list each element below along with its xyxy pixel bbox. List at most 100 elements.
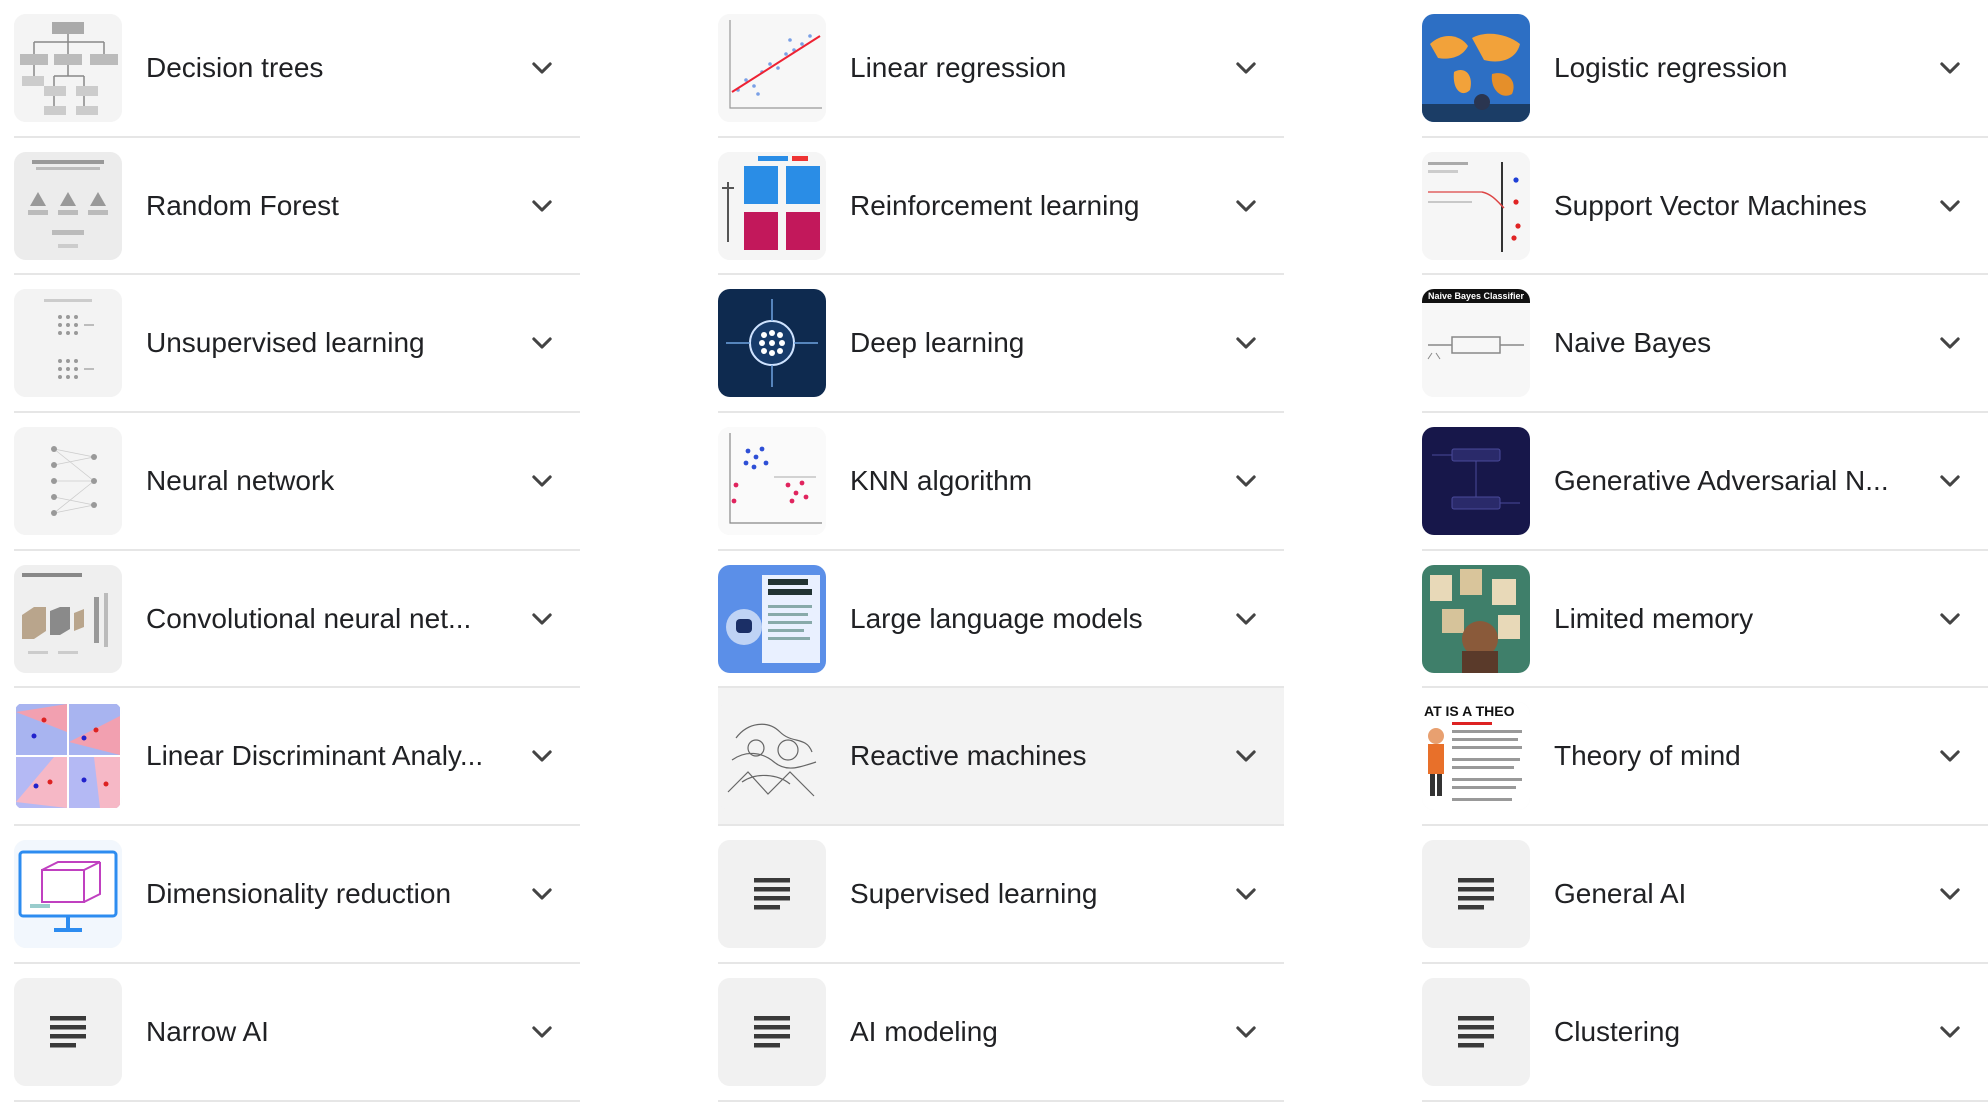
- text-lines-icon: [14, 977, 122, 1086]
- photo-collage-image-thumbnail: [1422, 564, 1530, 673]
- topic-item-neural-network[interactable]: Neural network: [14, 413, 580, 551]
- chevron-down-icon[interactable]: [1226, 48, 1266, 88]
- topic-item-theory-of-mind[interactable]: AT IS A THEO Theory of mind: [1422, 688, 1988, 827]
- topic-item-linear-discriminant-analy[interactable]: Linear Discriminant Analy...: [14, 688, 580, 827]
- topics-column-1: Decision trees Random Forest Unsupervised …: [14, 0, 580, 1102]
- chevron-down-icon[interactable]: [1930, 736, 1970, 776]
- topic-label: Decision trees: [146, 51, 324, 83]
- knn-scatter-plot-thumbnail: [718, 426, 826, 535]
- topic-item-linear-regression[interactable]: Linear regression: [718, 0, 1284, 138]
- topic-label: Neural network: [146, 464, 335, 496]
- chevron-down-icon[interactable]: [522, 736, 562, 776]
- topic-item-clustering[interactable]: Clustering: [1422, 964, 1988, 1102]
- topic-item-supervised-learning[interactable]: Supervised learning: [718, 826, 1284, 964]
- topic-item-reinforcement-learning[interactable]: Reinforcement learning: [718, 138, 1284, 276]
- chevron-down-icon[interactable]: [1930, 323, 1970, 363]
- topic-label: Clustering: [1554, 1015, 1681, 1047]
- chevron-down-icon[interactable]: [522, 874, 562, 914]
- topic-label: General AI: [1554, 877, 1687, 909]
- topic-item-large-language-models[interactable]: Large language models: [718, 551, 1284, 689]
- topic-label: Linear Discriminant Analy...: [146, 740, 484, 772]
- llm-image-thumbnail: [718, 564, 826, 673]
- theory-infographic-thumbnail: AT IS A THEO: [1422, 702, 1530, 811]
- chevron-down-icon[interactable]: [1226, 186, 1266, 226]
- topic-label: Unsupervised learning: [146, 327, 425, 359]
- topic-label: Limited memory: [1554, 602, 1754, 634]
- topic-item-logistic-regression[interactable]: Logistic regression: [1422, 0, 1988, 138]
- chevron-down-icon[interactable]: [522, 461, 562, 501]
- reactive-sketch-thumbnail: [718, 702, 826, 811]
- chevron-down-icon[interactable]: [1930, 186, 1970, 226]
- topic-label: Narrow AI: [146, 1015, 269, 1047]
- topic-label: Large language models: [850, 602, 1143, 634]
- topics-column-3: Logistic regression Support Vector Machin…: [1422, 0, 1988, 1102]
- topic-label: Naive Bayes: [1554, 327, 1712, 359]
- chevron-down-icon[interactable]: [1226, 599, 1266, 639]
- chevron-down-icon[interactable]: [522, 186, 562, 226]
- topic-item-dimensionality-reduction[interactable]: Dimensionality reduction: [14, 826, 580, 964]
- topic-item-decision-trees[interactable]: Decision trees: [14, 0, 580, 138]
- svm-diagram-thumbnail: [1422, 151, 1530, 260]
- naive-bayes-thumb-title: Naive Bayes Classifier: [1428, 291, 1525, 301]
- chevron-down-icon[interactable]: [522, 599, 562, 639]
- chevron-down-icon[interactable]: [1930, 599, 1970, 639]
- chevron-down-icon[interactable]: [1930, 874, 1970, 914]
- text-lines-icon: [1422, 839, 1530, 948]
- random-forest-diagram-thumbnail: [14, 151, 122, 260]
- gan-diagram-thumbnail: [1422, 426, 1530, 535]
- monitor-cube-image-thumbnail: [14, 839, 122, 948]
- chevron-down-icon[interactable]: [1226, 461, 1266, 501]
- chevron-down-icon[interactable]: [1930, 1012, 1970, 1052]
- chevron-down-icon[interactable]: [1226, 874, 1266, 914]
- deep-learning-image-thumbnail: [718, 289, 826, 398]
- related-topics-grid: Decision trees Random Forest Unsupervised …: [0, 0, 1988, 1102]
- topic-label: Support Vector Machines: [1554, 189, 1867, 221]
- chevron-down-icon[interactable]: [1226, 323, 1266, 363]
- topic-label: Theory of mind: [1554, 740, 1741, 772]
- topic-label: Deep learning: [850, 327, 1025, 359]
- topic-item-deep-learning[interactable]: Deep learning: [718, 275, 1284, 414]
- topic-item-naive-bayes[interactable]: Naive Bayes Classifier Naive Bayes: [1422, 275, 1988, 414]
- chevron-down-icon[interactable]: [522, 48, 562, 88]
- topic-label: Reactive machines: [850, 740, 1087, 772]
- topic-item-narrow-ai[interactable]: Narrow AI: [14, 964, 580, 1102]
- topic-label: AI modeling: [850, 1015, 998, 1047]
- chevron-down-icon[interactable]: [522, 323, 562, 363]
- topic-item-limited-memory[interactable]: Limited memory: [1422, 551, 1988, 689]
- topic-label: Reinforcement learning: [850, 189, 1140, 221]
- topic-item-knn-algorithm[interactable]: KNN algorithm: [718, 413, 1284, 551]
- topic-item-general-ai[interactable]: General AI: [1422, 826, 1988, 964]
- world-map-image-thumbnail: [1422, 13, 1530, 122]
- text-lines-icon: [1422, 977, 1530, 1086]
- scatter-regression-plot-thumbnail: [718, 13, 826, 122]
- reinforcement-diagram-thumbnail: [718, 151, 826, 260]
- chevron-down-icon[interactable]: [522, 1012, 562, 1052]
- chevron-down-icon[interactable]: [1930, 461, 1970, 501]
- topic-label: Dimensionality reduction: [146, 877, 452, 909]
- topic-label: Random Forest: [146, 189, 339, 221]
- decision-tree-diagram-thumbnail: [14, 13, 122, 122]
- chevron-down-icon[interactable]: [1226, 736, 1266, 776]
- topic-item-ai-modeling[interactable]: AI modeling: [718, 964, 1284, 1102]
- topic-label: Supervised learning: [850, 877, 1098, 909]
- topic-item-support-vector-machines[interactable]: Support Vector Machines: [1422, 138, 1988, 276]
- naive-bayes-diagram-thumbnail: Naive Bayes Classifier: [1422, 289, 1530, 398]
- topic-label: Logistic regression: [1554, 51, 1788, 83]
- topic-item-reactive-machines[interactable]: Reactive machines: [718, 688, 1284, 827]
- cnn-diagram-thumbnail: [14, 564, 122, 673]
- topic-item-generative-adversarial-n[interactable]: Generative Adversarial N...: [1422, 413, 1988, 551]
- chevron-down-icon[interactable]: [1930, 48, 1970, 88]
- chevron-down-icon[interactable]: [1226, 1012, 1266, 1052]
- topic-item-unsupervised-learning[interactable]: Unsupervised learning: [14, 275, 580, 414]
- topic-label: Linear regression: [850, 51, 1067, 83]
- lda-plots-thumbnail: [14, 702, 122, 811]
- topic-label: KNN algorithm: [850, 464, 1033, 496]
- topic-label: Generative Adversarial N...: [1554, 464, 1889, 496]
- text-lines-icon: [718, 977, 826, 1086]
- theory-thumb-title: AT IS A THEO: [1424, 703, 1515, 719]
- topic-label: Convolutional neural net...: [146, 602, 472, 634]
- neural-network-diagram-thumbnail: [14, 426, 122, 535]
- unsupervised-diagram-thumbnail: [14, 289, 122, 398]
- topic-item-convolutional-neural-net[interactable]: Convolutional neural net...: [14, 551, 580, 689]
- topic-item-random-forest[interactable]: Random Forest: [14, 138, 580, 276]
